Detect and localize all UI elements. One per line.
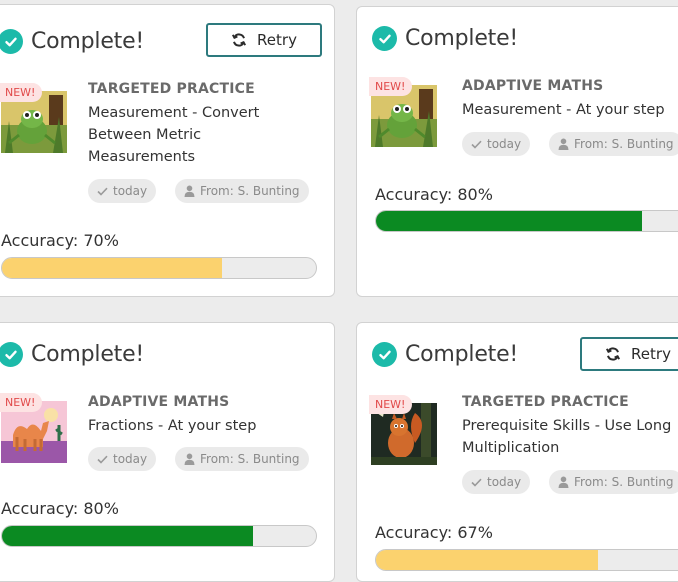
refresh-icon <box>231 32 247 48</box>
check-icon <box>471 140 482 149</box>
activity-category: ADAPTIVE MATHS <box>462 78 604 94</box>
retry-button[interactable]: Retry <box>206 23 322 57</box>
retry-label: Retry <box>257 31 297 49</box>
accuracy-progress-fill <box>2 258 222 278</box>
check-icon <box>97 455 108 464</box>
accuracy-label: Accuracy: 80% <box>1 499 119 518</box>
accuracy-progress-bar <box>1 257 317 279</box>
activity-title[interactable]: Measurement - Convert Between Metric Mea… <box>88 102 288 168</box>
activity-thumbnail: NEW! <box>369 395 437 465</box>
from-label: From: S. Bunting <box>200 184 300 198</box>
refresh-icon <box>605 346 621 362</box>
accuracy-progress-fill <box>376 211 642 231</box>
date-pill: today <box>462 470 531 494</box>
activity-category: ADAPTIVE MATHS <box>88 394 230 410</box>
from-pill: From: S. Bunting <box>549 132 678 156</box>
activity-card: Complete! Retry NEW! TARGETED PRACTICE P… <box>356 322 678 582</box>
check-circle-icon <box>372 26 397 51</box>
from-pill: From: S. Bunting <box>175 447 309 471</box>
activity-card: Complete! NEW! ADAPTIVE MATHS Measuremen… <box>356 6 678 297</box>
from-label: From: S. Bunting <box>200 452 300 466</box>
status-complete: Complete! <box>0 29 144 54</box>
check-circle-icon <box>372 342 397 367</box>
status-complete: Complete! <box>0 342 144 367</box>
retry-button[interactable]: Retry <box>580 337 678 371</box>
status-text: Complete! <box>31 29 145 54</box>
accuracy-progress-bar <box>375 549 678 571</box>
accuracy-progress-bar <box>1 525 317 547</box>
status-complete: Complete! <box>372 342 518 367</box>
accuracy-label: Accuracy: 80% <box>375 185 493 204</box>
check-icon <box>97 187 108 196</box>
user-icon <box>184 453 195 465</box>
new-badge: NEW! <box>369 395 413 414</box>
check-icon <box>471 478 482 487</box>
activity-category: TARGETED PRACTICE <box>462 394 629 410</box>
from-label: From: S. Bunting <box>574 137 674 151</box>
date-label: today <box>113 452 148 466</box>
retry-label: Retry <box>631 345 671 363</box>
activity-card: Complete! Retry NEW! TARGETED PRACTICE M… <box>0 4 335 297</box>
accuracy-progress-fill <box>376 550 599 570</box>
activity-thumbnail: NEW! <box>369 77 437 147</box>
accuracy-label: Accuracy: 70% <box>1 231 119 250</box>
check-circle-icon <box>0 29 23 54</box>
status-text: Complete! <box>31 342 145 367</box>
status-text: Complete! <box>405 342 519 367</box>
user-icon <box>558 138 569 150</box>
date-label: today <box>487 137 522 151</box>
date-pill: today <box>462 132 531 156</box>
date-label: today <box>487 475 522 489</box>
activity-title[interactable]: Fractions - At your step <box>88 415 308 437</box>
date-pill: today <box>88 179 157 203</box>
status-complete: Complete! <box>372 26 518 51</box>
user-icon <box>558 476 569 488</box>
date-pill: today <box>88 447 157 471</box>
accuracy-label: Accuracy: 67% <box>375 523 493 542</box>
new-badge: NEW! <box>0 393 43 412</box>
from-label: From: S. Bunting <box>574 475 674 489</box>
from-pill: From: S. Bunting <box>175 179 309 203</box>
activity-thumbnail: NEW! <box>0 83 67 153</box>
status-text: Complete! <box>405 26 519 51</box>
new-badge: NEW! <box>369 77 413 96</box>
user-icon <box>184 185 195 197</box>
activity-card: Complete! NEW! ADAPTIVE MATHS Fractions … <box>0 322 335 582</box>
accuracy-progress-fill <box>2 526 254 546</box>
date-label: today <box>113 184 148 198</box>
activity-title[interactable]: Prerequisite Skills - Use Long Multiplic… <box>462 415 678 459</box>
new-badge: NEW! <box>0 83 43 102</box>
activity-title[interactable]: Measurement - At your step <box>462 99 678 121</box>
accuracy-progress-bar <box>375 210 678 232</box>
activity-category: TARGETED PRACTICE <box>88 81 255 97</box>
activity-thumbnail: NEW! <box>0 393 67 463</box>
check-circle-icon <box>0 342 23 367</box>
from-pill: From: S. Bunting <box>549 470 678 494</box>
